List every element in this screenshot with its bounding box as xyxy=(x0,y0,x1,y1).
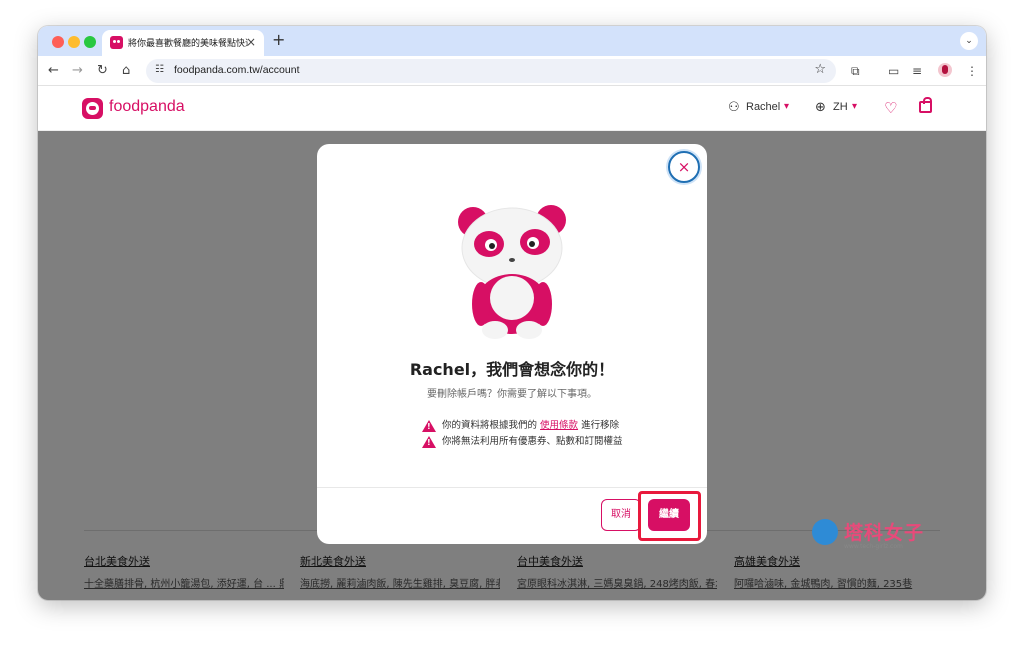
tab-search-button[interactable]: ⌄ xyxy=(960,32,978,50)
user-chevron-down-icon[interactable]: ▾ xyxy=(784,101,789,112)
close-icon: × xyxy=(677,158,691,176)
tab-title: 將你最喜歡餐廳的美味餐點快速 xyxy=(128,39,248,49)
watermark-logo-icon xyxy=(812,519,838,545)
watermark-url: www.tech-girlz.com xyxy=(844,543,903,550)
watermark: 塔科女子 www.tech-girlz.com xyxy=(812,516,962,556)
new-tab-button[interactable]: + xyxy=(272,31,285,49)
highlight-frame xyxy=(638,491,701,541)
warning-icon xyxy=(422,419,436,432)
home-icon[interactable]: ⌂ xyxy=(122,62,130,80)
tab-bar: 將你最喜歡餐廳的美味餐點快速 × + ⌄ xyxy=(38,26,986,56)
browser-tab[interactable]: 將你最喜歡餐廳的美味餐點快速 × xyxy=(102,30,264,56)
close-window-button[interactable] xyxy=(52,36,64,48)
modal-close-button[interactable]: × xyxy=(668,151,700,183)
modal-title: Rachel，我們會想念你的！ xyxy=(409,360,615,379)
modal-subtitle: 要刪除帳戶嗎？你需要了解以下事項。 xyxy=(427,389,597,400)
logo-text[interactable]: foodpanda xyxy=(109,98,185,116)
forward-icon[interactable]: → xyxy=(72,62,83,80)
browser-window: 將你最喜歡餐廳的美味餐點快速 × + ⌄ ← → ↻ ⌂ ☷ foodpanda… xyxy=(38,26,986,600)
back-icon[interactable]: ← xyxy=(48,62,59,80)
warning-text-after: 進行移除 xyxy=(578,420,620,431)
warning-item-benefits-loss: 你將無法利用所有優惠券、點數和訂閱權益 xyxy=(422,433,623,448)
watermark-text: 塔科女子 xyxy=(844,522,925,544)
modal-divider xyxy=(317,487,707,488)
language-selector[interactable]: ZH xyxy=(833,101,848,113)
menu-dots-icon[interactable]: ⋮ xyxy=(966,63,978,79)
warning-text: 你將無法利用所有優惠券、點數和訂閱權益 xyxy=(442,436,623,447)
reload-icon[interactable]: ↻ xyxy=(97,62,108,80)
profile-avatar[interactable] xyxy=(938,63,952,77)
url-text[interactable]: foodpanda.com.tw/account xyxy=(174,64,300,76)
foodpanda-logo-icon[interactable] xyxy=(82,98,103,119)
cart-bag-icon[interactable] xyxy=(919,97,932,113)
bookmark-star-icon[interactable]: ☆ xyxy=(814,62,826,77)
warning-text-before: 你的資料將根據我們的 xyxy=(442,420,541,431)
maximize-window-button[interactable] xyxy=(84,36,96,48)
language-chevron-down-icon[interactable]: ▾ xyxy=(852,101,857,112)
tab-close-icon[interactable]: × xyxy=(246,35,256,49)
delete-account-modal: × Rachel，我們會想念你的！ 要刪除帳戶嗎？你需要了解以下事項。 !你的資… xyxy=(317,144,707,544)
minimize-window-button[interactable] xyxy=(68,36,80,48)
site-info-icon[interactable]: ☷ xyxy=(155,64,164,75)
terms-of-use-link[interactable]: 使用條款 xyxy=(540,420,578,431)
panda-mascot-illustration xyxy=(458,205,566,339)
cast-icon[interactable]: ▭ xyxy=(888,63,899,79)
site-header: foodpanda ⚇ Rachel ▾ ⊕ ZH ▾ ♡ xyxy=(38,87,986,131)
user-name[interactable]: Rachel xyxy=(746,101,780,113)
warning-item-data-removal: 你的資料將根據我們的 使用條款 進行移除 xyxy=(422,417,620,432)
globe-icon[interactable]: ⊕ xyxy=(815,100,826,116)
favorites-heart-icon[interactable]: ♡ xyxy=(884,99,897,117)
address-bar[interactable]: ☷ foodpanda.com.tw/account ☆ xyxy=(146,59,836,83)
warning-icon xyxy=(422,435,436,448)
cancel-button[interactable]: 取消 xyxy=(601,499,641,531)
user-icon[interactable]: ⚇ xyxy=(728,100,740,116)
browser-toolbar: ← → ↻ ⌂ ☷ foodpanda.com.tw/account ☆ ⧉ ▭… xyxy=(38,56,986,86)
foodpanda-favicon-icon xyxy=(110,36,123,49)
extensions-icon[interactable]: ⧉ xyxy=(851,63,860,79)
reading-list-icon[interactable]: ≡ xyxy=(912,63,922,79)
